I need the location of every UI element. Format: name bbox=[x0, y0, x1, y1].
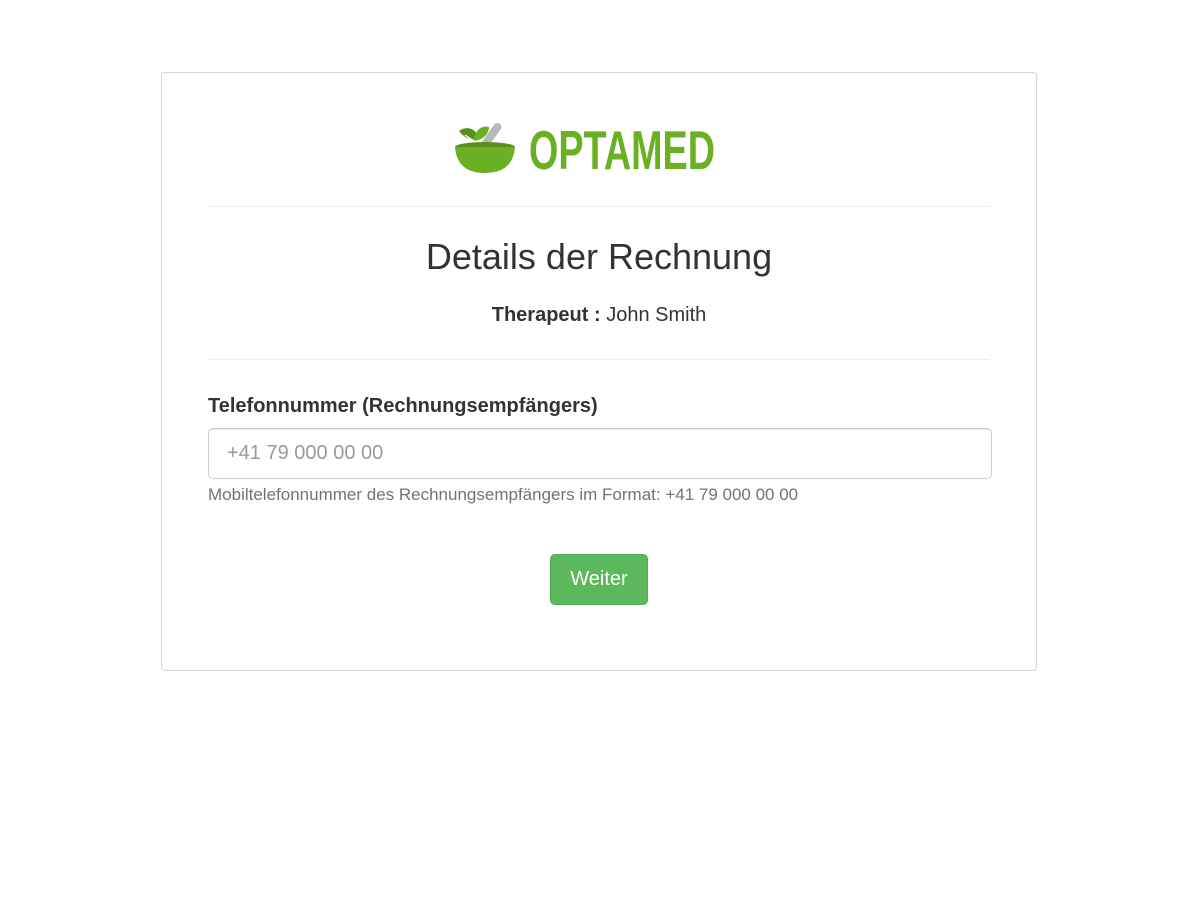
therapist-info: Therapeut : John Smith bbox=[208, 302, 990, 328]
phone-help-text: Mobiltelefonnummer des Rechnungsempfänge… bbox=[208, 485, 799, 504]
continue-button[interactable]: Weiter bbox=[550, 554, 648, 605]
page-title: Details der Rechnung bbox=[425, 236, 773, 277]
medical-cross-icon bbox=[725, 137, 741, 154]
optamed-logo: OPTAMED bbox=[455, 119, 741, 177]
header-divider bbox=[208, 206, 990, 207]
section-divider bbox=[208, 359, 990, 360]
button-row: Weiter bbox=[208, 554, 990, 605]
phone-input[interactable] bbox=[208, 428, 992, 479]
mortar-pestle-leaves-icon bbox=[455, 122, 515, 173]
therapist-label: Therapeut : bbox=[491, 304, 601, 326]
therapist-name: John Smith bbox=[606, 304, 707, 326]
brand-name: OPTAMED bbox=[529, 119, 715, 177]
invoice-card: OPTAMED Details der Rechnung Therapeut :… bbox=[161, 72, 1037, 671]
phone-label: Telefonnummer (Rechnungsempfängers) bbox=[208, 395, 598, 417]
brand-logo: OPTAMED bbox=[208, 117, 990, 177]
